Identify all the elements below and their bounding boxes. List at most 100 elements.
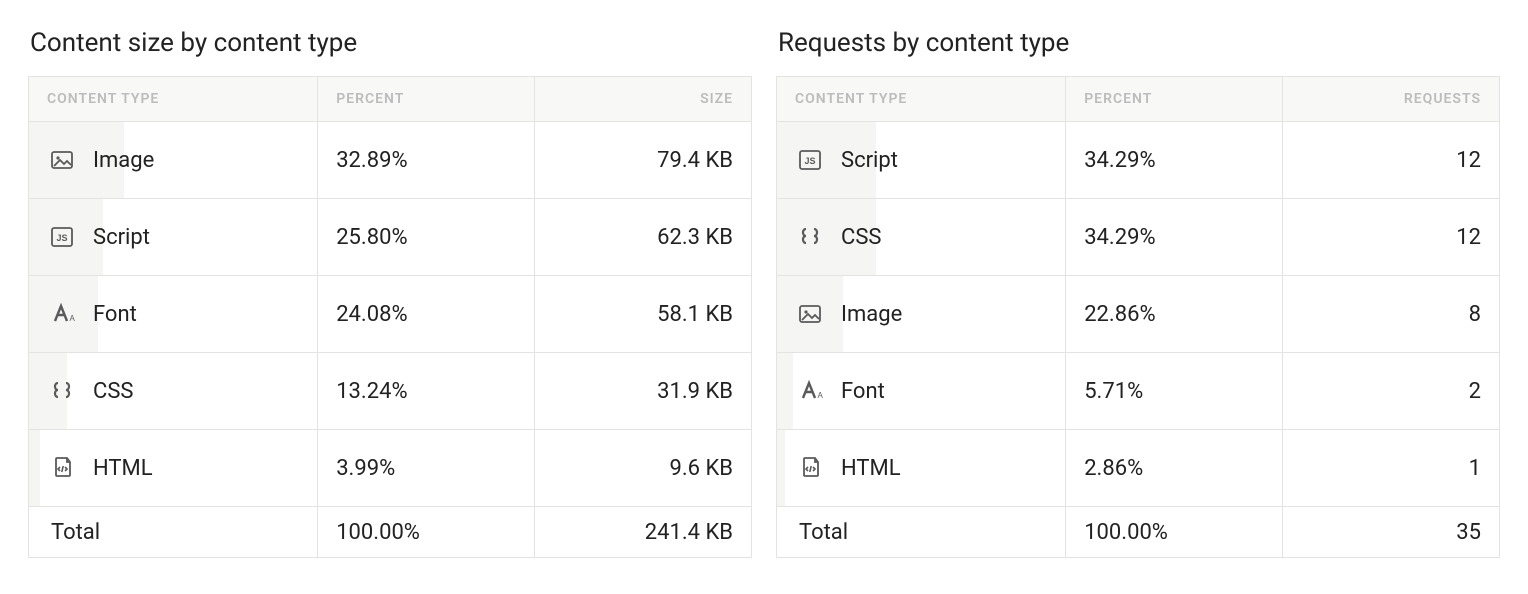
value-cell: 58.1 KB	[535, 276, 752, 353]
percent-label: 32.89%	[336, 148, 407, 173]
type-cell: HTML	[777, 430, 1066, 507]
total-label: Total	[799, 520, 848, 545]
percent-cell: 34.29%	[1066, 122, 1283, 199]
value-cell: 62.3 KB	[535, 199, 752, 276]
value-cell: 1	[1283, 430, 1500, 507]
percent-cell: 3.99%	[318, 430, 535, 507]
html-icon	[47, 453, 77, 483]
value-cell: 31.9 KB	[535, 353, 752, 430]
type-cell: Font	[777, 353, 1066, 430]
total-label: Total	[51, 520, 100, 545]
table-row: Font 5.71% 2	[777, 353, 1500, 430]
content-size-table: CONTENT TYPE PERCENT SIZE Image 32.89% 79.…	[28, 76, 752, 558]
type-label: HTML	[841, 456, 901, 481]
percent-label: 3.99%	[336, 456, 395, 481]
percent-cell: 34.29%	[1066, 199, 1283, 276]
value-cell: 2	[1283, 353, 1500, 430]
table-row: Script 34.29% 12	[777, 122, 1500, 199]
percent-label: 22.86%	[1084, 302, 1155, 327]
requests-table: CONTENT TYPE PERCENT REQUESTS Script 34.2…	[776, 76, 1500, 558]
value-cell: 12	[1283, 122, 1500, 199]
value-label: 2	[1469, 379, 1481, 404]
table-header-row: CONTENT TYPE PERCENT REQUESTS	[777, 77, 1500, 122]
total-percent: 100.00%	[336, 520, 420, 545]
percent-cell: 5.71%	[1066, 353, 1283, 430]
table-row: CSS 13.24% 31.9 KB	[29, 353, 752, 430]
value-label: 9.6 KB	[670, 456, 734, 481]
col-content-type: CONTENT TYPE	[777, 77, 1066, 122]
type-label: Script	[841, 148, 898, 173]
font-icon	[47, 299, 77, 329]
type-label: Image	[93, 148, 154, 173]
type-cell: CSS	[777, 199, 1066, 276]
total-value: 35	[1456, 520, 1481, 545]
total-value: 241.4 KB	[645, 520, 733, 545]
panel-requests: Requests by content type CONTENT TYPE PE…	[776, 28, 1500, 558]
type-cell: Image	[29, 122, 318, 199]
css-icon	[47, 376, 77, 406]
report-root: Content size by content type CONTENT TYP…	[0, 0, 1528, 578]
col-content-type: CONTENT TYPE	[29, 77, 318, 122]
type-cell: Script	[777, 122, 1066, 199]
col-percent: PERCENT	[1066, 77, 1283, 122]
type-cell: CSS	[29, 353, 318, 430]
image-icon	[795, 299, 825, 329]
type-label: CSS	[93, 379, 133, 404]
html-icon	[795, 453, 825, 483]
value-label: 62.3 KB	[657, 225, 733, 250]
font-icon	[795, 376, 825, 406]
percent-label: 34.29%	[1084, 148, 1155, 173]
value-label: 8	[1469, 302, 1481, 327]
table-total-row: Total 100.00% 35	[777, 507, 1500, 558]
percent-cell: 13.24%	[318, 353, 535, 430]
percent-label: 24.08%	[336, 302, 407, 327]
percent-label: 2.86%	[1084, 456, 1143, 481]
percent-label: 34.29%	[1084, 225, 1155, 250]
col-percent: PERCENT	[318, 77, 535, 122]
type-label: Font	[841, 379, 885, 404]
col-value: SIZE	[535, 77, 752, 122]
value-cell: 12	[1283, 199, 1500, 276]
js-icon	[795, 145, 825, 175]
percent-cell: 24.08%	[318, 276, 535, 353]
panel-title: Content size by content type	[30, 28, 752, 58]
value-cell: 9.6 KB	[535, 430, 752, 507]
js-icon	[47, 222, 77, 252]
type-label: Image	[841, 302, 902, 327]
table-body: Image 32.89% 79.4 KB Script 25.80% 62.3 KB Fon…	[29, 122, 752, 507]
percent-label: 5.71%	[1084, 379, 1143, 404]
table-total-row: Total 100.00% 241.4 KB	[29, 507, 752, 558]
table-body: Script34.29%12CSS34.29%12Image22.86%8Fon…	[777, 122, 1500, 507]
value-label: 58.1 KB	[657, 302, 733, 327]
type-cell: Font	[29, 276, 318, 353]
css-icon	[795, 222, 825, 252]
table-row: CSS 34.29% 12	[777, 199, 1500, 276]
value-label: 79.4 KB	[657, 148, 733, 173]
percent-cell: 22.86%	[1066, 276, 1283, 353]
type-label: HTML	[93, 456, 153, 481]
percent-label: 25.80%	[336, 225, 407, 250]
value-label: 31.9 KB	[657, 379, 733, 404]
value-label: 1	[1469, 456, 1481, 481]
panel-content-size: Content size by content type CONTENT TYP…	[28, 28, 752, 558]
value-cell: 79.4 KB	[535, 122, 752, 199]
image-icon	[47, 145, 77, 175]
table-header-row: CONTENT TYPE PERCENT SIZE	[29, 77, 752, 122]
type-cell: HTML	[29, 430, 318, 507]
table-row: HTML 2.86% 1	[777, 430, 1500, 507]
col-value: REQUESTS	[1283, 77, 1500, 122]
type-label: Font	[93, 302, 137, 327]
table-row: Script 25.80% 62.3 KB	[29, 199, 752, 276]
value-label: 12	[1456, 148, 1481, 173]
type-label: CSS	[841, 225, 881, 250]
type-cell: Script	[29, 199, 318, 276]
percent-cell: 2.86%	[1066, 430, 1283, 507]
total-percent: 100.00%	[1084, 520, 1168, 545]
table-row: HTML 3.99% 9.6 KB	[29, 430, 752, 507]
percent-cell: 25.80%	[318, 199, 535, 276]
table-row: Image 22.86% 8	[777, 276, 1500, 353]
table-row: Image 32.89% 79.4 KB	[29, 122, 752, 199]
value-cell: 8	[1283, 276, 1500, 353]
type-label: Script	[93, 225, 150, 250]
value-label: 12	[1456, 225, 1481, 250]
